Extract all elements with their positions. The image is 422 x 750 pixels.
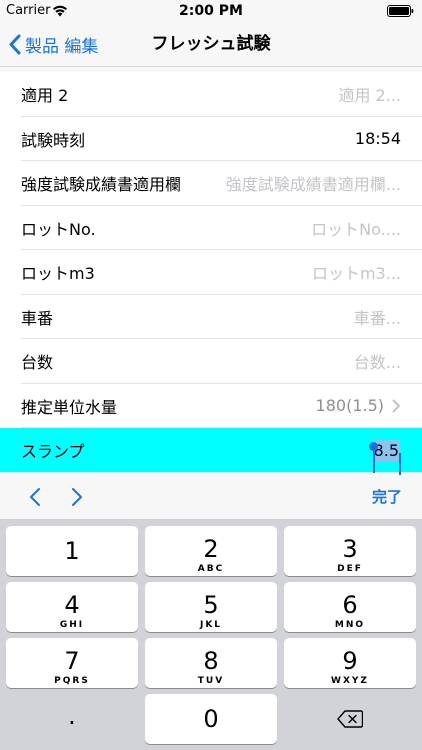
- slump-input[interactable]: 8.5: [368, 428, 401, 475]
- row-value[interactable]: 18:54: [355, 117, 401, 162]
- selection-end-bar: [399, 452, 401, 475]
- table-row-water-content[interactable]: 推定単位水量 180(1.5): [0, 384, 422, 429]
- delete-backspace-icon: [337, 710, 364, 728]
- table-row-lot-no[interactable]: ロットNo. ロットNo....: [0, 206, 422, 251]
- row-value: 180(1.5): [315, 396, 384, 416]
- row-label: スランプ: [21, 442, 85, 461]
- chevron-left-icon: [9, 34, 21, 54]
- form-table: 適用 2 適用 2... 試験時刻 18:54 強度試験成績書適用欄 強度試験成…: [0, 72, 422, 475]
- key-dot-label: .: [68, 702, 76, 730]
- row-label: 車番: [21, 308, 54, 328]
- row-input[interactable]: 適用 2...: [338, 72, 401, 117]
- key-digit: 0: [203, 705, 219, 733]
- key-3[interactable]: 3 DEF: [284, 526, 416, 576]
- key-1[interactable]: 1: [6, 526, 138, 576]
- key-digit: 2: [203, 535, 219, 563]
- key-9[interactable]: 9 WXYZ: [284, 638, 416, 688]
- row-value-container[interactable]: 180(1.5): [316, 384, 401, 429]
- key-4[interactable]: 4 GHI: [6, 582, 138, 632]
- table-row-tekiyou2[interactable]: 適用 2 適用 2...: [0, 72, 422, 117]
- key-letters: GHI: [59, 620, 85, 630]
- key-letters: DEF: [337, 564, 363, 574]
- number-pad-keyboard: 1 2 ABC 3 DEF 4 GHI 5 JKL 6 MNO 7 PQRS 8…: [0, 520, 422, 750]
- table-row-strength-report[interactable]: 強度試験成績書適用欄 強度試験成績書適用欄...: [0, 161, 422, 206]
- row-input[interactable]: ロットm3...: [312, 250, 401, 295]
- key-0[interactable]: 0: [145, 694, 277, 744]
- row-label: 強度試験成績書適用欄: [21, 175, 182, 195]
- selection-start-handle[interactable]: [368, 441, 378, 451]
- key-digit: 5: [203, 591, 219, 619]
- done-button[interactable]: 完了: [372, 475, 402, 519]
- key-letters: ABC: [197, 564, 225, 574]
- key-digit: 3: [342, 535, 358, 563]
- row-label: ロットm3: [21, 264, 95, 284]
- table-row-slump-active[interactable]: スランプ 8.5: [0, 428, 422, 475]
- row-label: 適用 2: [21, 86, 69, 106]
- row-input[interactable]: 強度試験成績書適用欄...: [226, 161, 401, 206]
- key-digit: 1: [64, 537, 80, 565]
- key-digit: 7: [64, 647, 80, 675]
- row-label: 試験時刻: [21, 130, 86, 150]
- key-letters: WXYZ: [331, 676, 369, 686]
- status-time: 2:00 PM: [179, 3, 243, 19]
- key-6[interactable]: 6 MNO: [284, 582, 416, 632]
- text-selection: 8.5: [368, 439, 401, 475]
- chevron-left-icon[interactable]: [28, 487, 42, 507]
- row-input[interactable]: 車番...: [354, 295, 401, 340]
- key-letters: JKL: [199, 620, 223, 630]
- key-digit: 9: [342, 647, 358, 675]
- key-digit: 8: [203, 647, 219, 675]
- key-letters: TUV: [197, 676, 225, 686]
- table-row-lot-m3[interactable]: ロットm3 ロットm3...: [0, 250, 422, 295]
- selection-start-bar: [372, 450, 375, 473]
- battery-icon: [387, 5, 414, 17]
- key-digit: 6: [342, 591, 358, 619]
- key-5[interactable]: 5 JKL: [145, 582, 277, 632]
- table-row-car-number[interactable]: 車番 車番...: [0, 295, 422, 340]
- back-button[interactable]: 製品 編集: [8, 22, 98, 66]
- status-bar: Carrier 2:00 PM: [0, 0, 422, 22]
- key-letters: MNO: [334, 620, 366, 630]
- table-row-unit-count[interactable]: 台数 台数...: [0, 339, 422, 384]
- row-input[interactable]: ロットNo....: [311, 206, 401, 251]
- chevron-right-icon[interactable]: [70, 487, 84, 507]
- navigation-bar: 製品 編集 フレッシュ試験: [0, 22, 422, 67]
- row-label: 推定単位水量: [21, 397, 118, 417]
- row-label: 台数: [21, 353, 54, 373]
- table-row-test-time[interactable]: 試験時刻 18:54: [0, 117, 422, 162]
- key-letters: PQRS: [54, 676, 90, 686]
- delete-key[interactable]: [284, 694, 416, 744]
- key-2[interactable]: 2 ABC: [145, 526, 277, 576]
- key-8[interactable]: 8 TUV: [145, 638, 277, 688]
- keyboard-accessory-bar: 完了: [0, 475, 422, 520]
- key-digit: 4: [64, 591, 80, 619]
- row-input[interactable]: 台数...: [354, 339, 401, 384]
- row-label: ロットNo.: [21, 219, 96, 239]
- key-7[interactable]: 7 PQRS: [6, 638, 138, 688]
- back-button-label: 製品 編集: [25, 36, 99, 57]
- key-decimal[interactable]: .: [6, 694, 138, 744]
- chevron-right-icon: [392, 399, 400, 413]
